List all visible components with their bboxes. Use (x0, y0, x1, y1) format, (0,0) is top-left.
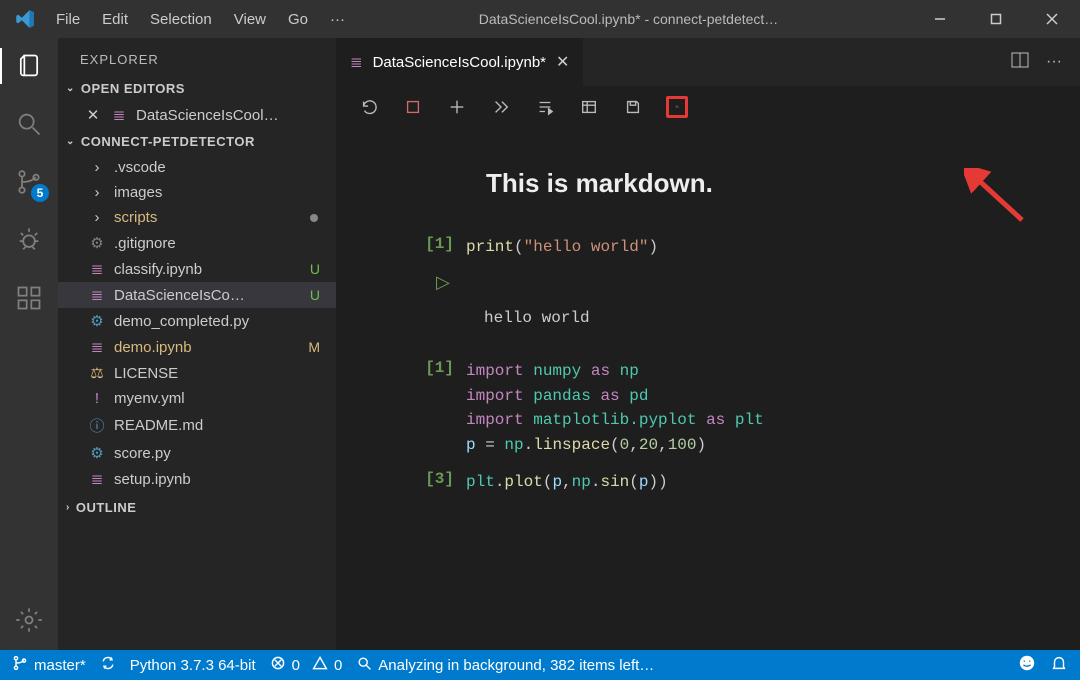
menu-edit[interactable]: Edit (102, 11, 128, 28)
extensions-activity-icon[interactable] (13, 282, 45, 314)
dirty-dot-icon (310, 214, 318, 222)
menu-selection[interactable]: Selection (150, 11, 212, 28)
explorer-title: EXPLORER (58, 38, 336, 75)
notebook-icon: ≣ (88, 470, 106, 488)
search-activity-icon[interactable] (13, 108, 45, 140)
titlebar: File Edit Selection View Go ··· DataScie… (0, 0, 1080, 38)
execution-count: [1] (406, 359, 466, 458)
notebook-icon: ≣ (110, 106, 128, 124)
status-feedback-icon[interactable] (1018, 654, 1036, 676)
md-icon: ⓘ (88, 415, 106, 436)
status-branch[interactable]: master* (12, 655, 86, 675)
editor-area: ≣ DataScienceIsCool.ipynb* ✕ ··· This is… (336, 38, 1080, 650)
tab-label: DataScienceIsCool.ipynb* (373, 54, 546, 71)
source-control-activity-icon[interactable]: 5 (13, 166, 45, 198)
file-item[interactable]: ≣classify.ipynbU (58, 256, 336, 282)
notebook-toolbar (336, 86, 1080, 128)
py-icon: ⚙ (88, 312, 106, 330)
cell-output: hello world (336, 307, 1080, 355)
code-cell[interactable]: [1]import numpy as np import pandas as p… (336, 355, 1080, 466)
tab-bar: ≣ DataScienceIsCool.ipynb* ✕ ··· (336, 38, 1080, 86)
explorer-activity-icon[interactable] (13, 50, 45, 82)
chevron-right-icon: › (88, 209, 106, 226)
file-item[interactable]: ⚖LICENSE (58, 360, 336, 386)
cell-code[interactable]: print("hello world") (466, 235, 1080, 260)
variable-explorer-icon[interactable] (578, 96, 600, 118)
add-cell-icon[interactable] (446, 96, 468, 118)
explorer-sidebar: EXPLORER ⌄OPEN EDITORS ✕ ≣ DataScienceIs… (58, 38, 336, 650)
file-item[interactable]: ⓘREADME.md (58, 411, 336, 440)
cell-code[interactable]: plt.plot(p,np.sin(p)) (466, 470, 1080, 495)
export-notebook-icon[interactable] (666, 96, 688, 118)
menu-view[interactable]: View (234, 11, 266, 28)
chevron-right-icon: › (88, 184, 106, 201)
close-icon[interactable]: ✕ (84, 106, 102, 124)
status-analyzing[interactable]: Analyzing in background, 382 items left… (356, 655, 654, 675)
menu-more[interactable]: ··· (330, 11, 345, 28)
scm-status-badge: U (310, 261, 320, 277)
status-python[interactable]: Python 3.7.3 64-bit (130, 657, 256, 674)
source-control-badge: 5 (31, 184, 49, 202)
execution-count: [1] (406, 235, 466, 260)
menu-file[interactable]: File (56, 11, 80, 28)
vscode-logo-icon (0, 9, 50, 29)
menu-go[interactable]: Go (288, 11, 308, 28)
debug-activity-icon[interactable] (13, 224, 45, 256)
status-sync-icon[interactable] (100, 655, 116, 675)
run-cell-icon[interactable]: ▷ (336, 272, 1080, 293)
open-editors-section[interactable]: ⌄OPEN EDITORS (58, 75, 336, 102)
notebook-icon: ≣ (350, 53, 363, 71)
run-above-icon[interactable] (534, 96, 556, 118)
scm-status-badge: U (310, 287, 320, 303)
folder-item[interactable]: ›.vscode (58, 155, 336, 180)
split-editor-icon[interactable] (1010, 50, 1030, 75)
file-item[interactable]: ≣setup.ipynb (58, 466, 336, 492)
lic-icon: ⚖ (88, 364, 106, 382)
maximize-button[interactable] (968, 0, 1024, 38)
open-editor-item[interactable]: ✕ ≣ DataScienceIsCool… (58, 102, 336, 128)
restart-kernel-icon[interactable] (358, 96, 380, 118)
tab-active[interactable]: ≣ DataScienceIsCool.ipynb* ✕ (336, 38, 583, 86)
folder-item[interactable]: ›images (58, 180, 336, 205)
minimize-button[interactable] (912, 0, 968, 38)
window-controls (912, 0, 1080, 38)
file-item[interactable]: ⚙demo_completed.py (58, 308, 336, 334)
file-item[interactable]: !myenv.yml (58, 386, 336, 411)
cell-code[interactable]: import numpy as np import pandas as pd i… (466, 359, 1080, 458)
notebook-icon: ≣ (88, 338, 106, 356)
git-icon: ⚙ (88, 234, 106, 252)
status-notifications-icon[interactable] (1050, 654, 1068, 676)
close-tab-icon[interactable]: ✕ (556, 52, 569, 72)
activity-bar: 5 (0, 38, 58, 650)
notebook-content[interactable]: This is markdown. [1]print("hello world"… (336, 128, 1080, 650)
settings-gear-icon[interactable] (13, 604, 45, 636)
markdown-heading: This is markdown. (336, 128, 1080, 231)
statusbar: master* Python 3.7.3 64-bit 0 0 Analyzin… (0, 650, 1080, 680)
yml-icon: ! (88, 390, 106, 407)
file-item[interactable]: ≣DataScienceIsCo…U (58, 282, 336, 308)
file-item[interactable]: ⚙.gitignore (58, 230, 336, 256)
py-icon: ⚙ (88, 444, 106, 462)
interrupt-kernel-icon[interactable] (402, 96, 424, 118)
notebook-icon: ≣ (88, 260, 106, 278)
save-icon[interactable] (622, 96, 644, 118)
file-item[interactable]: ≣demo.ipynbM (58, 334, 336, 360)
close-button[interactable] (1024, 0, 1080, 38)
status-problems[interactable]: 0 0 (270, 655, 343, 675)
workspace-section[interactable]: ⌄CONNECT-PETDETECTOR (58, 128, 336, 155)
chevron-right-icon: › (88, 159, 106, 176)
more-actions-icon[interactable]: ··· (1046, 53, 1062, 71)
file-item[interactable]: ⚙score.py (58, 440, 336, 466)
outline-section[interactable]: ›OUTLINE (58, 494, 336, 521)
notebook-icon: ≣ (88, 286, 106, 304)
execution-count: [3] (406, 470, 466, 495)
app-menu: File Edit Selection View Go ··· (50, 11, 345, 28)
code-cell[interactable]: [3]plt.plot(p,np.sin(p)) (336, 466, 1080, 503)
run-all-icon[interactable] (490, 96, 512, 118)
window-title: DataScienceIsCool.ipynb* - connect-petde… (345, 11, 912, 27)
code-cell[interactable]: [1]print("hello world") (336, 231, 1080, 268)
folder-item[interactable]: ›scripts (58, 205, 336, 230)
scm-status-badge: M (308, 339, 320, 355)
